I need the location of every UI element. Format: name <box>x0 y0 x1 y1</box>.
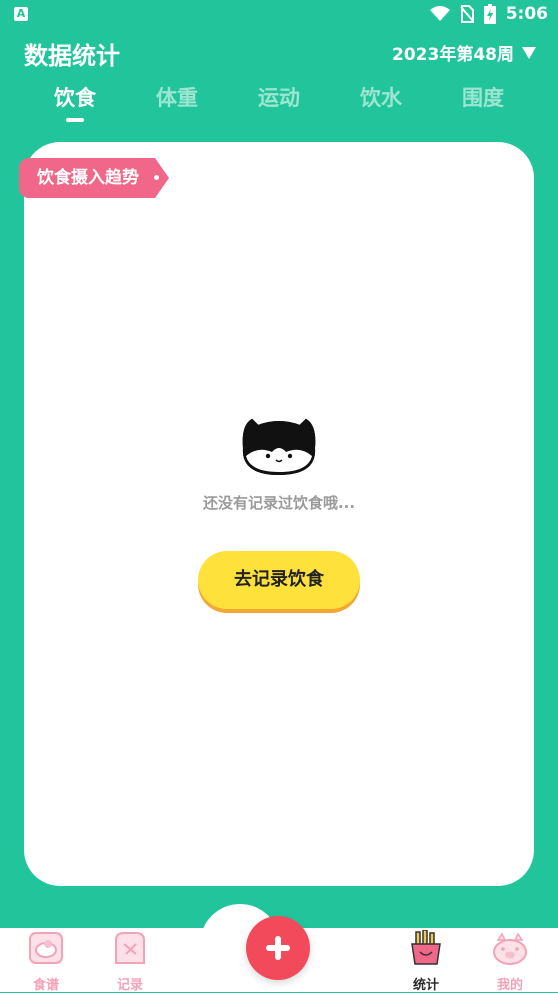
stats-tabs: 饮食 体重 运动 饮水 围度 <box>24 82 544 124</box>
tab-weight[interactable]: 体重 <box>156 82 198 112</box>
battery-icon <box>483 4 496 24</box>
go-record-diet-button[interactable]: 去记录饮食 <box>198 551 360 609</box>
wifi-icon <box>429 6 450 21</box>
stats-card <box>24 142 534 886</box>
status-bar: A 5:06 <box>0 0 558 30</box>
nav-label-profile: 我的 <box>496 978 523 993</box>
section-tag: 饮食摄入趋势 <box>19 158 169 198</box>
profile-icon <box>493 932 527 965</box>
nav-label-record: 记录 <box>116 978 143 993</box>
no-sim-icon <box>459 5 474 23</box>
nav-item-stats[interactable]: 统计 <box>396 929 456 993</box>
page-title: 数据统计 <box>24 42 120 70</box>
tab-water[interactable]: 饮水 <box>360 82 402 112</box>
app-notification-icon: A <box>14 7 28 21</box>
nav-item-profile[interactable]: 我的 <box>480 930 540 993</box>
week-selector[interactable]: 2023年第48周 <box>392 40 536 65</box>
status-icons: 5:06 <box>429 4 548 24</box>
add-button[interactable] <box>246 916 310 980</box>
nav-label-stats: 统计 <box>412 978 439 993</box>
status-time: 5:06 <box>505 4 548 24</box>
nav-label-recipes: 食谱 <box>32 978 59 993</box>
stats-icon <box>411 929 441 965</box>
section-tag-label: 饮食摄入趋势 <box>37 168 139 188</box>
record-icon <box>115 932 145 964</box>
recipe-icon <box>29 932 63 964</box>
nav-item-recipes[interactable]: 食谱 <box>16 930 76 993</box>
tab-diet[interactable]: 饮食 <box>54 82 96 112</box>
empty-state-text: 还没有记录过饮食哦... <box>202 494 356 512</box>
cat-mascot-icon <box>242 418 316 476</box>
active-tab-indicator <box>66 118 84 122</box>
nav-item-record[interactable]: 记录 <box>100 930 160 993</box>
tab-measurement[interactable]: 围度 <box>462 82 504 112</box>
tab-exercise[interactable]: 运动 <box>258 82 300 112</box>
week-label: 2023年第48周 <box>392 45 514 65</box>
dropdown-triangle-icon <box>522 46 536 59</box>
tag-dot <box>154 175 159 180</box>
